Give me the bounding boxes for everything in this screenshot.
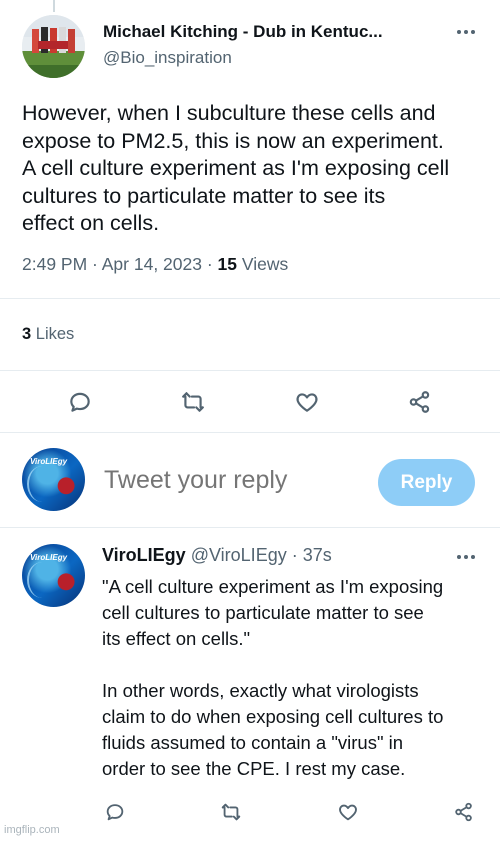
- tweet-meta: 2:49 PM · Apr 14, 2023 · 15 Views: [22, 254, 288, 275]
- reply-header: ViroLIEgy @ViroLIEgy · 37s: [102, 545, 332, 566]
- like-icon[interactable]: [333, 797, 363, 827]
- divider: [0, 298, 500, 299]
- reply-author-name[interactable]: ViroLIEgy: [102, 545, 186, 565]
- reply-author-handle[interactable]: @ViroLIEgy: [191, 545, 287, 565]
- reply-tweet-text: "A cell culture experiment as I'm exposi…: [102, 576, 444, 779]
- author-avatar[interactable]: [22, 15, 85, 78]
- tweet-text: However, when I subculture these cells a…: [22, 101, 450, 235]
- avatar-logo-text: ViroLIEgy: [30, 457, 68, 466]
- author-handle[interactable]: @Bio_inspiration: [103, 48, 232, 68]
- watermark: imgflip.com: [4, 824, 60, 836]
- reply-icon[interactable]: [100, 797, 130, 827]
- retweet-icon[interactable]: [178, 387, 208, 417]
- reply-button[interactable]: Reply: [378, 459, 475, 506]
- group-photo-image: [22, 15, 85, 78]
- reply-icon[interactable]: [65, 387, 95, 417]
- composer-avatar: ViroLIEgy: [22, 448, 85, 511]
- divider: [0, 527, 500, 528]
- share-icon[interactable]: [405, 387, 435, 417]
- likes-count: 3: [22, 325, 32, 343]
- views-count: 15: [217, 254, 237, 274]
- reply-actions: [0, 797, 500, 827]
- more-options-icon[interactable]: [454, 552, 478, 562]
- likes-label: Likes: [31, 325, 75, 343]
- reply-timestamp[interactable]: · 37s: [287, 545, 332, 565]
- author-name[interactable]: Michael Kitching - Dub in Kentuc...: [103, 22, 383, 42]
- thread-connector-line: [53, 0, 55, 12]
- reply-author-avatar[interactable]: ViroLIEgy: [22, 544, 85, 607]
- avatar-logo-text: ViroLIEgy: [30, 553, 68, 562]
- likes-summary[interactable]: 3 Likes: [22, 325, 74, 344]
- tweet-actions: [0, 387, 500, 417]
- reply-input[interactable]: [104, 466, 364, 495]
- tweet-timestamp[interactable]: 2:49 PM · Apr 14, 2023 ·: [22, 254, 218, 274]
- views-label: Views: [237, 254, 289, 274]
- retweet-icon[interactable]: [216, 797, 246, 827]
- share-icon[interactable]: [449, 797, 479, 827]
- like-icon[interactable]: [292, 387, 322, 417]
- more-options-icon[interactable]: [454, 27, 478, 37]
- divider: [0, 432, 500, 433]
- divider: [0, 370, 500, 371]
